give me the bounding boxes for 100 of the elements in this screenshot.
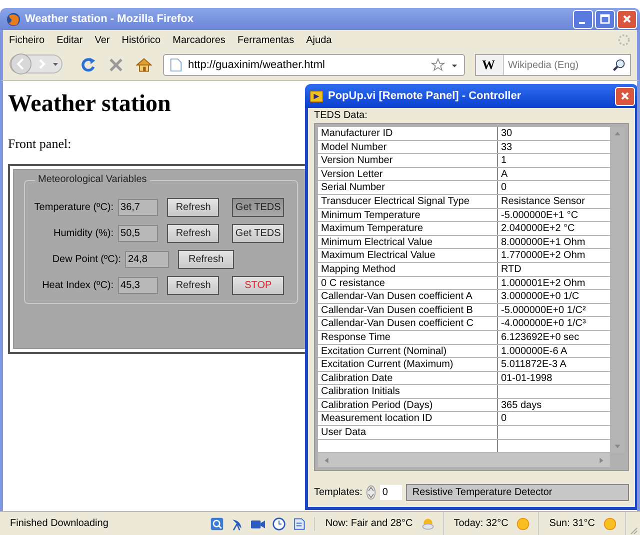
scroll-right-icon[interactable] (597, 456, 606, 465)
menu-item[interactable]: Ajuda (306, 34, 332, 46)
table-cell-text: RTD (500, 262, 522, 276)
maximize-icon (600, 14, 610, 24)
close-button[interactable] (617, 10, 637, 28)
search-engine-selector[interactable]: W (476, 55, 504, 75)
table-cell-text: A (500, 168, 509, 180)
table-cell: Version Letter (318, 168, 498, 180)
table-cell-text: 6.123692E+0 sec (500, 330, 580, 344)
sun-icon (516, 516, 530, 530)
table-cell: Mapping Method (318, 262, 498, 276)
table-cell: Callendar-Van Dusen coefficient C (318, 317, 498, 330)
table-cell: Response Time (318, 330, 498, 344)
intro-text: Front panel: (8, 136, 72, 152)
menu-item[interactable]: Marcadores (172, 34, 226, 46)
table-cell-text: 2.040000E+2 °C (500, 222, 576, 235)
table-cell-text: Resistance Sensor (500, 194, 586, 208)
panel-button[interactable]: Refresh (167, 224, 220, 242)
sun-icon (603, 516, 617, 530)
table-cell-text: -5.000000E+0 1/C² (500, 304, 587, 316)
page-heading: Weather station (8, 91, 171, 118)
notepad-icon[interactable] (292, 516, 306, 530)
table-cell: Excitation Current (Nominal) (318, 344, 498, 358)
table-cell: Excitation Current (Maximum) (318, 358, 498, 371)
table-cell: Version Number (318, 154, 498, 167)
table-cell-text: 01-01-1998 (500, 372, 554, 384)
table-cell-text: -5.000000E+1 °C (500, 208, 580, 222)
home-icon[interactable] (135, 56, 153, 74)
globe-icon (6, 12, 21, 26)
panel-button[interactable]: Refresh (178, 250, 234, 268)
table-cell-text: 1.000001E+2 Ohm (500, 276, 586, 290)
table-cell: User Data (318, 426, 498, 439)
table-cell: 0 C resistance (318, 276, 498, 290)
panel-button[interactable]: Get TEDS (232, 224, 284, 242)
loading-icon (617, 33, 631, 47)
clock-icon[interactable] (272, 516, 286, 530)
page-icon (170, 58, 182, 72)
close-button[interactable] (615, 86, 635, 106)
group-title: Meteorological Variables (35, 174, 150, 185)
search-icon[interactable] (612, 58, 626, 72)
panel-button[interactable]: Refresh (167, 276, 220, 294)
horizontal-scrollbar[interactable] (318, 453, 610, 468)
table-cell: Minimum Electrical Value (318, 236, 498, 248)
template-display: Resistive Temperature Detector (406, 484, 629, 501)
table-cell: Calibration Period (Days) (318, 398, 498, 412)
table-cell-text: -4.000000E+0 1/C³ (500, 317, 587, 330)
table-cell-text: 5.011872E-3 A (500, 358, 568, 371)
value-display: 36,7 (118, 198, 158, 216)
scroll-left-icon[interactable] (322, 456, 331, 465)
spinner-icon[interactable] (366, 484, 376, 501)
close-icon (622, 14, 632, 24)
table-cell: Manufacturer ID (318, 127, 498, 140)
popup-title: PopUp.vi [Remote Panel] - Controller (328, 90, 522, 102)
table-cell: Callendar-Van Dusen coefficient A (318, 290, 498, 303)
reload-icon[interactable] (79, 56, 97, 74)
panel-button[interactable]: Get TEDS (232, 198, 284, 216)
dropdown-icon[interactable] (451, 62, 458, 68)
search-bar[interactable]: W Wikipedia (Eng) (475, 54, 631, 76)
satellite-dish-icon[interactable] (230, 516, 244, 530)
table-cell-text: 1.000000E-6 A (500, 344, 568, 358)
table-cell: Serial Number (318, 181, 498, 194)
menu-item[interactable]: Editar (56, 34, 83, 46)
maximize-button[interactable] (595, 10, 615, 28)
table-cell: Measurement location ID (318, 412, 498, 426)
menu-item[interactable]: Histórico (122, 34, 161, 46)
menu-item[interactable]: Ferramentas (237, 34, 294, 46)
panel-button[interactable]: Refresh (167, 198, 220, 216)
weather-text[interactable]: Now: Fair and 28°C (325, 518, 413, 529)
weather-text[interactable]: Sun: 31°C (549, 518, 595, 529)
value-display: 45,3 (118, 276, 158, 294)
table-cell: Model Number (318, 140, 498, 154)
table-cell: Callendar-Van Dusen coefficient B (318, 304, 498, 316)
templates-label: Templates: (314, 487, 362, 498)
minimize-button[interactable] (573, 10, 593, 28)
table-cell-text: 1 (500, 154, 508, 167)
address-field[interactable]: http://guaxinim/weather.html (163, 54, 465, 76)
field-label: Humidity (%): (52, 228, 115, 238)
value-display: 24,8 (125, 250, 169, 268)
table-cell: Maximum Temperature (318, 222, 498, 235)
table-cell-text: 0 (500, 181, 508, 194)
magnifier-icon[interactable] (210, 516, 224, 530)
table-cell-text: 0 (500, 412, 508, 426)
minimize-icon (578, 22, 584, 24)
table-cell: Minimum Temperature (318, 208, 498, 222)
table-cell: Calibration Initials (318, 385, 498, 398)
menu-item[interactable]: Ver (94, 34, 110, 46)
weather-text[interactable]: Today: 32°C (454, 518, 508, 529)
value-display: 50,5 (118, 224, 158, 242)
table-cell-text: 33 (500, 140, 514, 154)
section-label: TEDS Data: (314, 110, 368, 121)
status-text: Finished Downloading (10, 518, 110, 529)
star-icon[interactable] (431, 58, 445, 72)
table-cell-text: 30 (500, 127, 514, 140)
menu-item[interactable]: Ficheiro (9, 34, 45, 46)
stop-icon[interactable] (107, 56, 125, 74)
table-cell: Transducer Electrical Signal Type (318, 194, 498, 208)
resize-grip-icon[interactable] (628, 525, 638, 535)
index-field[interactable]: 0 (380, 485, 402, 500)
app-icon (310, 90, 323, 102)
table-cell-text: 1.770000E+2 Ohm (500, 249, 586, 262)
